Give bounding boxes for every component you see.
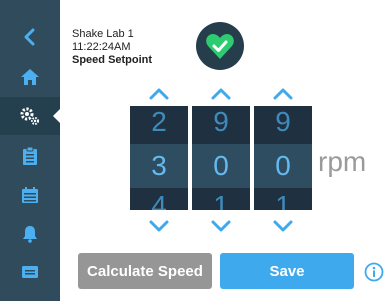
chevron-up-icon [273,88,293,100]
status-indicator[interactable] [196,22,244,70]
clipboard-icon [23,146,37,165]
digit-prev: 2 [151,106,167,137]
header: Shake Lab 1 11:22:24AM Speed Setpoint [72,28,152,67]
digit-next: 1 [213,190,229,211]
device-name: Shake Lab 1 [72,28,134,40]
chevron-down-icon [149,220,169,232]
digit-next: 1 [275,190,291,211]
digit-3-down-button[interactable] [268,216,298,236]
digit-next: 4 [151,190,167,211]
digit-current: 0 [275,150,291,181]
sidebar-item-calendar[interactable] [0,176,60,214]
digit-wheel-3[interactable]: 9 0 1 [254,106,312,210]
digit-wheel-2[interactable]: 9 0 1 [192,106,250,210]
display-icon [22,266,38,278]
sidebar [0,0,60,301]
heart-check-icon [206,34,234,59]
digit-2-down-button[interactable] [206,216,236,236]
sidebar-item-display[interactable] [0,253,60,291]
back-button[interactable] [0,18,60,56]
digit-wheel-1[interactable]: 2 3 4 [130,106,188,210]
digit-prev: 9 [213,106,229,137]
home-icon [21,69,39,85]
unit-label: rpm [318,146,367,177]
digit-1-down-button[interactable] [144,216,174,236]
digit-1-up-button[interactable] [144,84,174,104]
digit-2-up-button[interactable] [206,84,236,104]
calendar-icon [22,187,38,203]
sidebar-item-alarms[interactable] [0,215,60,253]
chevron-up-icon [211,88,231,100]
calculate-speed-button[interactable]: Calculate Speed [78,253,212,289]
save-button[interactable]: Save [220,253,354,289]
digit-prev: 9 [275,106,291,137]
chevron-up-icon [149,88,169,100]
digit-current: 3 [151,150,167,181]
settings-gears-icon [20,107,39,125]
info-button[interactable] [364,262,384,282]
page-title: Speed Setpoint [72,54,153,66]
chevron-down-icon [273,220,293,232]
active-indicator [53,109,60,123]
bell-icon [23,226,37,243]
info-icon [364,262,384,282]
back-chevron-icon [24,28,35,46]
chevron-down-icon [211,220,231,232]
current-time: 11:22:24AM [72,41,131,53]
sidebar-item-settings[interactable] [0,97,60,135]
sidebar-item-clipboard[interactable] [0,137,60,175]
sidebar-item-home[interactable] [0,58,60,96]
digit-current: 0 [213,150,229,181]
digit-3-up-button[interactable] [268,84,298,104]
